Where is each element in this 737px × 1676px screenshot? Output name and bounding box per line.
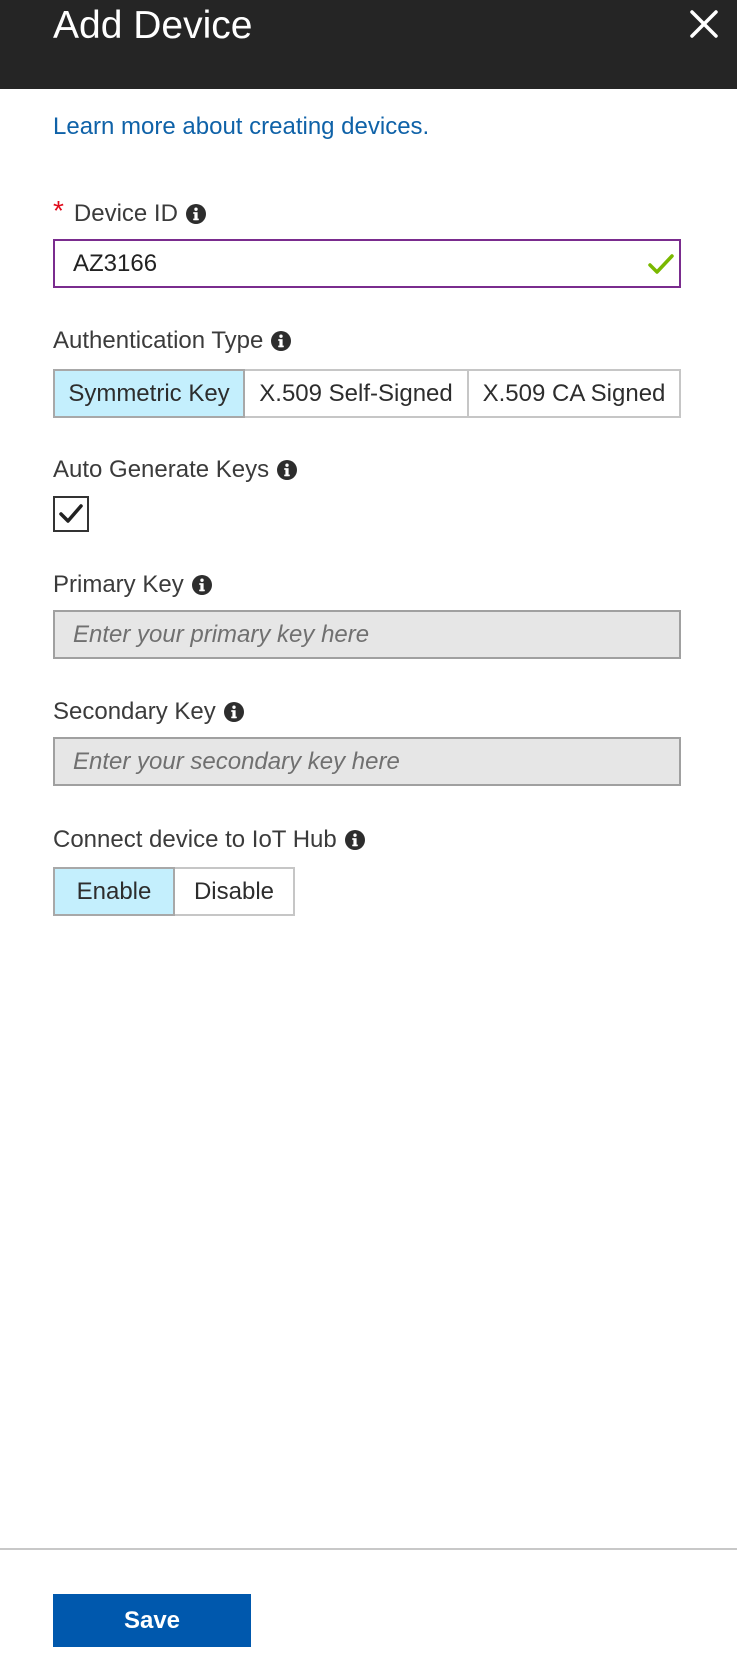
device-id-label: Device ID <box>73 200 178 227</box>
panel-header: Add Device <box>0 0 737 89</box>
auto-generate-keys-label: Auto Generate Keys <box>53 456 270 483</box>
primary-key-label-row: Primary Key <box>53 571 212 599</box>
connect-to-hub-label-row: Connect device to IoT Hub <box>53 826 365 854</box>
info-icon[interactable] <box>344 830 365 850</box>
connect-option-disable[interactable]: Disable <box>173 867 295 916</box>
device-id-input[interactable] <box>53 239 681 288</box>
secondary-key-label-row: Secondary Key <box>53 698 244 726</box>
connect-to-hub-selector: Enable Disable <box>53 867 295 916</box>
info-icon[interactable] <box>277 460 298 480</box>
info-icon[interactable] <box>223 702 244 722</box>
close-icon <box>690 10 718 38</box>
info-icon[interactable] <box>271 331 292 351</box>
primary-key-input[interactable] <box>53 610 681 659</box>
auth-option-x509-ca-signed[interactable]: X.509 CA Signed <box>467 369 681 418</box>
authentication-type-label: Authentication Type <box>53 327 264 354</box>
auth-option-x509-self-signed[interactable]: X.509 Self-Signed <box>243 369 469 418</box>
auth-option-symmetric-key[interactable]: Symmetric Key <box>53 369 245 418</box>
auto-generate-keys-checkbox[interactable] <box>53 496 89 532</box>
info-icon[interactable] <box>185 204 206 224</box>
add-device-panel: Add Device Learn more about creating dev… <box>0 0 737 1676</box>
auto-generate-keys-label-row: Auto Generate Keys <box>53 456 298 484</box>
info-icon[interactable] <box>191 575 212 595</box>
page-title: Add Device <box>53 4 253 47</box>
learn-more-link[interactable]: Learn more about creating devices. <box>53 113 429 141</box>
close-button[interactable] <box>686 4 722 42</box>
save-button[interactable]: Save <box>53 1594 251 1647</box>
secondary-key-label: Secondary Key <box>53 698 216 725</box>
checkmark-icon <box>59 504 83 523</box>
footer-divider <box>0 1548 737 1550</box>
connect-to-hub-label: Connect device to IoT Hub <box>53 826 337 853</box>
required-marker: * <box>53 195 64 226</box>
checkmark-icon <box>648 254 674 274</box>
connect-option-enable[interactable]: Enable <box>53 867 175 916</box>
secondary-key-input[interactable] <box>53 737 681 786</box>
authentication-type-selector: Symmetric Key X.509 Self-Signed X.509 CA… <box>53 369 681 418</box>
device-id-label-row: * Device ID <box>53 195 206 230</box>
authentication-type-label-row: Authentication Type <box>53 327 292 355</box>
primary-key-label: Primary Key <box>53 571 184 598</box>
